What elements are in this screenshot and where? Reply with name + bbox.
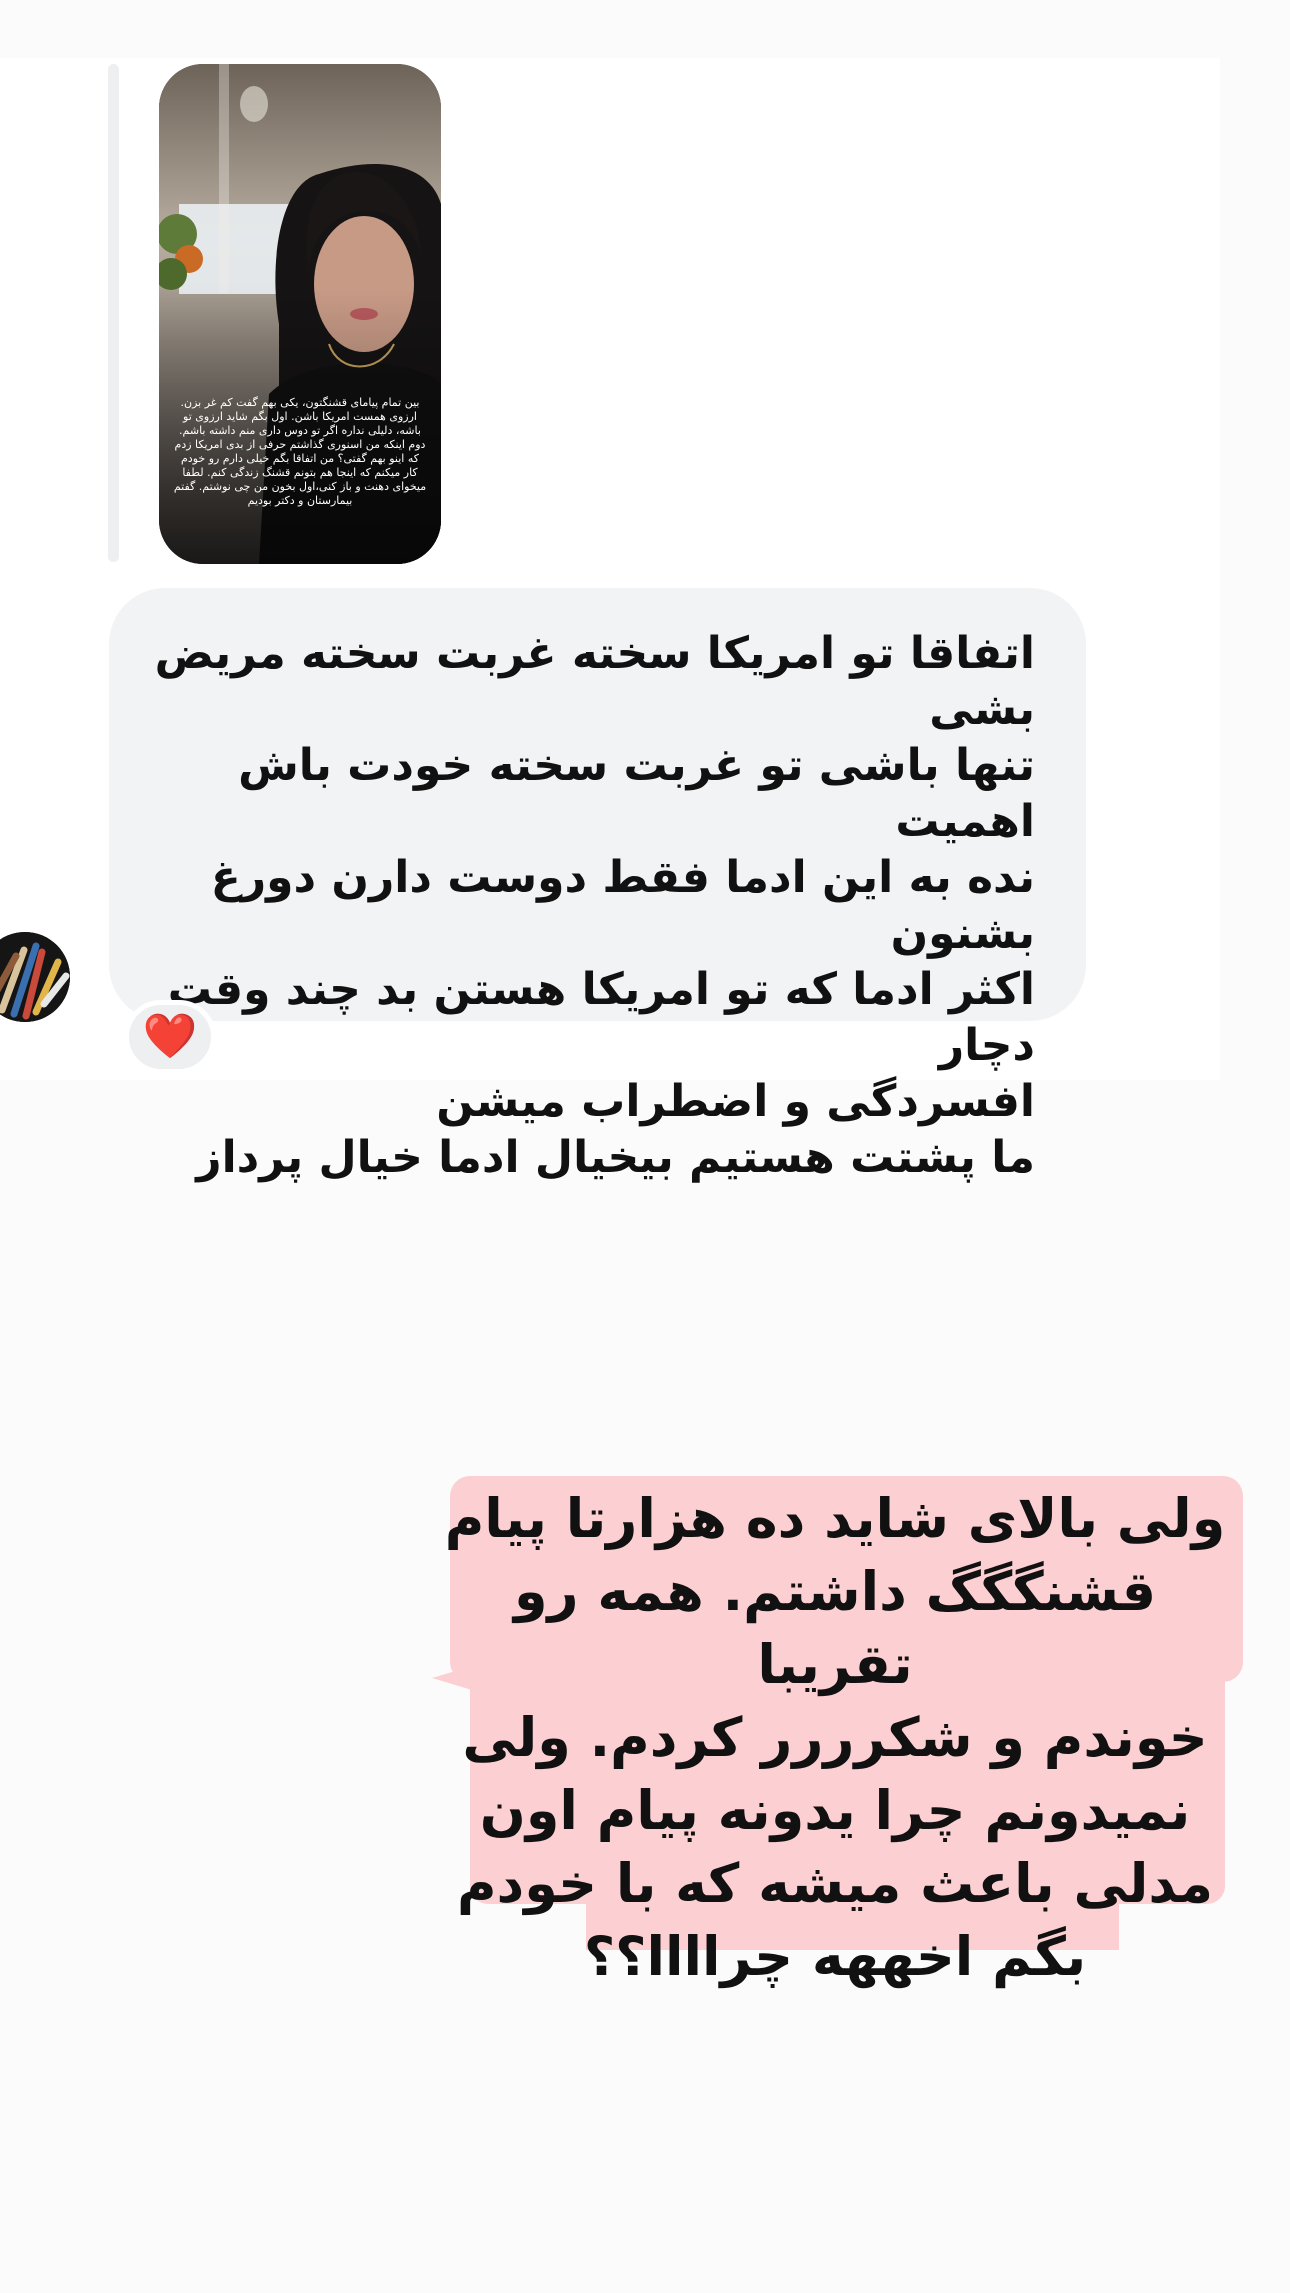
dm-conversation-screen: بین تمام پیامای قشنگتون، یکی بهم گفت کم …	[0, 0, 1290, 2293]
incoming-message-bubble[interactable]: اتفاقا تو امریکا سخته غربت سخته مریض بشی…	[109, 588, 1086, 1183]
outgoing-message-text: ولی بالای شاید ده هزارتا پیام قشنگگگ داش…	[444, 1487, 1226, 1988]
story-thumbnail[interactable]: بین تمام پیامای قشنگتون، یکی بهم گفت کم …	[159, 64, 441, 564]
story-reply-indicator-bar	[108, 64, 119, 562]
reaction-badge[interactable]: ❤️	[124, 1000, 216, 1074]
story-caption-text: بین تمام پیامای قشنگتون، یکی بهم گفت کم …	[173, 396, 427, 507]
heart-icon: ❤️	[142, 1011, 198, 1062]
incoming-message-text: اتفاقا تو امریکا سخته غربت سخته مریض بشی…	[154, 628, 1035, 1183]
